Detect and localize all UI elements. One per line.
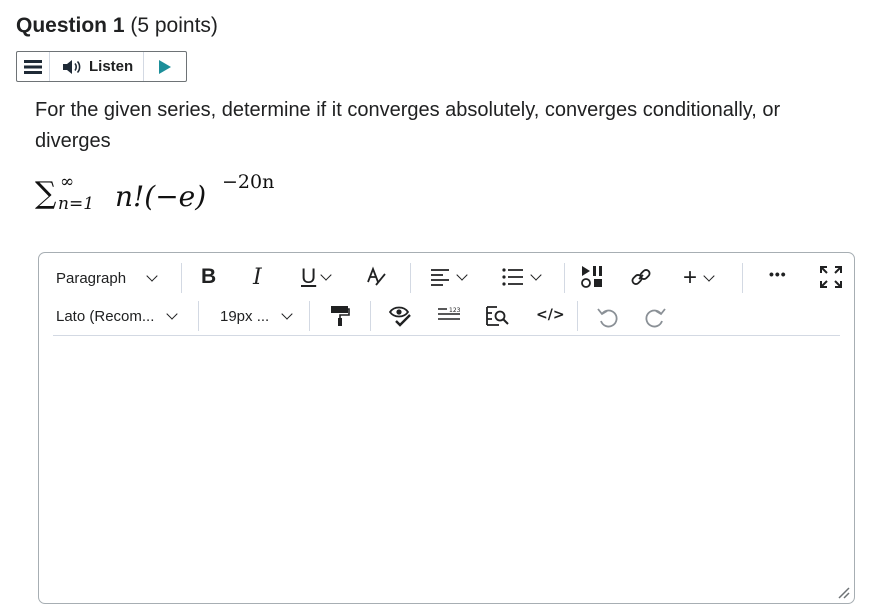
series-term: n!(−e) — [115, 180, 207, 213]
sum-upper-limit: ∞ — [60, 172, 75, 192]
bullet-list-dropdown[interactable] — [502, 268, 542, 286]
italic-button[interactable]: I — [253, 265, 262, 290]
question-points: (5 points) — [130, 14, 218, 37]
series-exponent: −20n — [222, 171, 275, 193]
bullet-list-icon — [502, 268, 523, 286]
fullscreen-button[interactable] — [820, 266, 842, 288]
accessibility-checker-button[interactable] — [388, 304, 412, 328]
code-icon: </> — [536, 307, 565, 323]
source-code-button[interactable]: </> — [536, 307, 565, 323]
accessibility-check-icon — [388, 306, 411, 327]
undo-icon — [597, 308, 618, 328]
chevron-down-icon — [703, 270, 715, 282]
align-left-icon — [431, 269, 449, 286]
font-size-label: 19px ... — [220, 307, 270, 325]
find-icon — [486, 306, 509, 326]
chevron-down-icon — [166, 308, 179, 320]
chevron-down-icon — [530, 269, 542, 281]
font-family-label: Lato (Recom... — [56, 307, 155, 325]
editor-content-area[interactable] — [53, 343, 840, 597]
format-painter-button[interactable] — [330, 305, 350, 327]
media-icon — [581, 266, 602, 288]
bold-button[interactable]: B — [201, 265, 216, 289]
ellipsis-icon: ••• — [769, 266, 787, 282]
underline-button[interactable]: U — [301, 265, 332, 289]
listen-toolbar: Listen — [16, 51, 187, 82]
bold-icon: B — [201, 265, 217, 288]
font-family-dropdown[interactable]: Lato (Recom... — [56, 305, 179, 327]
underline-icon: U — [301, 265, 317, 288]
redo-icon — [645, 308, 666, 328]
font-size-dropdown[interactable]: 19px ... — [220, 305, 293, 327]
plus-icon: + — [683, 264, 698, 291]
question-number: Question 1 — [16, 14, 125, 37]
question-title: Question 1 (5 points) — [16, 14, 218, 38]
word-count-icon: 123 — [438, 307, 461, 320]
more-options-button[interactable]: ••• — [769, 266, 787, 282]
align-dropdown[interactable] — [430, 268, 468, 286]
sigma-symbol: ∑ — [35, 176, 57, 211]
insert-stuff-dropdown[interactable]: + — [683, 264, 715, 292]
play-icon — [159, 59, 172, 74]
answer-editor: Paragraph B I U + ••• Lato (Recom... 19p… — [38, 252, 855, 604]
listen-button[interactable]: Listen — [49, 52, 145, 81]
text-color-icon — [367, 266, 386, 286]
paragraph-format-dropdown[interactable]: Paragraph — [56, 267, 158, 289]
redo-button[interactable] — [644, 306, 666, 328]
sum-lower-limit: n=1 — [58, 194, 95, 214]
insert-media-button[interactable] — [581, 265, 603, 289]
listen-menu-button[interactable] — [17, 52, 49, 81]
link-icon — [631, 269, 651, 285]
chevron-down-icon — [146, 270, 158, 282]
resize-handle[interactable] — [836, 585, 850, 599]
text-color-button[interactable] — [365, 266, 387, 288]
find-replace-button[interactable] — [486, 305, 510, 327]
play-button[interactable] — [144, 52, 186, 81]
undo-button[interactable] — [597, 306, 619, 328]
paragraph-label: Paragraph — [56, 269, 127, 287]
question-text: For the given series, determine if it co… — [35, 99, 781, 152]
italic-icon: I — [253, 265, 262, 290]
word-count-button[interactable]: 123 — [437, 306, 461, 324]
chevron-down-icon — [320, 269, 332, 281]
expand-icon — [820, 266, 842, 288]
paint-roller-icon — [331, 306, 350, 326]
chevron-down-icon — [281, 308, 293, 320]
listen-label: Listen — [89, 58, 134, 75]
svg-text:123: 123 — [449, 307, 461, 314]
resize-grip-icon — [838, 587, 850, 599]
speaker-icon — [63, 59, 81, 74]
menu-icon — [24, 59, 42, 74]
insert-link-button[interactable] — [629, 265, 653, 289]
chevron-down-icon — [456, 269, 468, 281]
